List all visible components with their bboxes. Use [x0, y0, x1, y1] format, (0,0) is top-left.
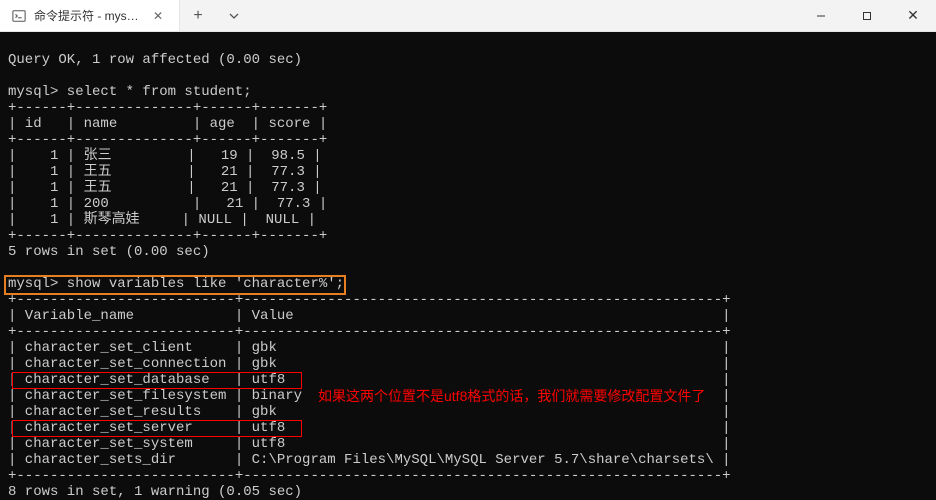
table-border: +------+--------------+------+-------+ [8, 228, 327, 244]
table-row: | 1 | 王五 | 21 | 77.3 | [8, 164, 322, 180]
new-tab-button[interactable]: + [180, 0, 216, 31]
table-row: | character_sets_dir | C:\Program Files\… [8, 452, 731, 468]
table-header: | id | name | age | score | [8, 116, 327, 132]
terminal-icon [12, 9, 26, 23]
sql-prompt-select: mysql> select * from student; [8, 84, 252, 100]
tab-dropdown-button[interactable] [216, 0, 252, 31]
table-footer: 8 rows in set, 1 warning (0.05 sec) [8, 484, 302, 500]
table-row: | 1 | 张三 | 19 | 98.5 | [8, 148, 322, 164]
table-border: +--------------------------+------------… [8, 324, 731, 340]
table-row: | 1 | 王五 | 21 | 77.3 | [8, 180, 322, 196]
table-row: | character_set_connection | gbk | [8, 356, 731, 372]
terminal-output[interactable]: Query OK, 1 row affected (0.00 sec) mysq… [0, 32, 936, 500]
maximize-button[interactable] [844, 0, 890, 31]
table-row: | character_set_server | utf8 | [8, 420, 731, 436]
table-row: | character_set_results | gbk | [8, 404, 731, 420]
tab-close-button[interactable]: ✕ [149, 7, 167, 25]
table-border: +------+--------------+------+-------+ [8, 132, 327, 148]
table-row: | 1 | 斯琴高娃 | NULL | NULL | [8, 212, 316, 228]
table-row: | 1 | 200 | 21 | 77.3 | [8, 196, 327, 212]
table-border: +--------------------------+------------… [8, 468, 731, 484]
close-button[interactable]: ✕ [890, 0, 936, 31]
table-border: +--------------------------+------------… [8, 292, 731, 308]
window-controls: ✕ [798, 0, 936, 31]
window-titlebar: 命令提示符 - mysql -h 127.0.0. ✕ + ✕ [0, 0, 936, 32]
table-row: | character_set_system | utf8 | [8, 436, 731, 452]
minimize-button[interactable] [798, 0, 844, 31]
sql-prompt-showvars: mysql> show variables like 'character%'; [8, 276, 344, 292]
titlebar-drag-area[interactable] [252, 0, 798, 31]
table-border: +------+--------------+------+-------+ [8, 100, 327, 116]
table-row: | character_set_client | gbk | [8, 340, 731, 356]
query-ok-line: Query OK, 1 row affected (0.00 sec) [8, 52, 302, 68]
tab-title: 命令提示符 - mysql -h 127.0.0. [34, 7, 141, 24]
table-row: | character_set_database | utf8 | [8, 372, 731, 388]
table-header: | Variable_name | Value | [8, 308, 731, 324]
table-row: | character_set_filesystem | binary | [8, 388, 731, 404]
table-footer: 5 rows in set (0.00 sec) [8, 244, 210, 260]
terminal-tab[interactable]: 命令提示符 - mysql -h 127.0.0. ✕ [0, 0, 180, 31]
